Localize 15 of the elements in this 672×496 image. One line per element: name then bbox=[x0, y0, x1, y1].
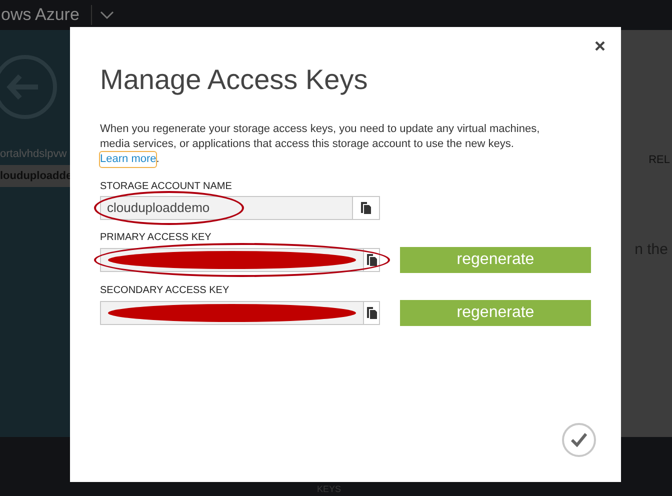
checkmark-icon bbox=[571, 433, 587, 447]
field-label: SECONDARY ACCESS KEY bbox=[100, 285, 230, 297]
description-text: When you regenerate your storage access keys, you need to update any virtual machines, media services, or applications that access this storage account to use the new keys. bbox=[100, 122, 541, 152]
close-icon bbox=[595, 41, 605, 51]
learn-more-link[interactable]: Learn more bbox=[100, 152, 156, 167]
ok-button[interactable] bbox=[562, 423, 596, 457]
close-button[interactable] bbox=[593, 39, 607, 53]
field-label: PRIMARY ACCESS KEY bbox=[100, 232, 212, 244]
field-label: STORAGE ACCOUNT NAME bbox=[100, 181, 233, 193]
link-period: . bbox=[156, 152, 160, 167]
chevron-down-icon bbox=[100, 10, 114, 20]
dialog-title: Manage Access Keys bbox=[100, 63, 369, 97]
regenerate-button[interactable]: regenerate bbox=[400, 300, 591, 326]
brand-title: ows Azure bbox=[1, 4, 80, 26]
regenerate-button[interactable]: regenerate bbox=[400, 247, 591, 273]
